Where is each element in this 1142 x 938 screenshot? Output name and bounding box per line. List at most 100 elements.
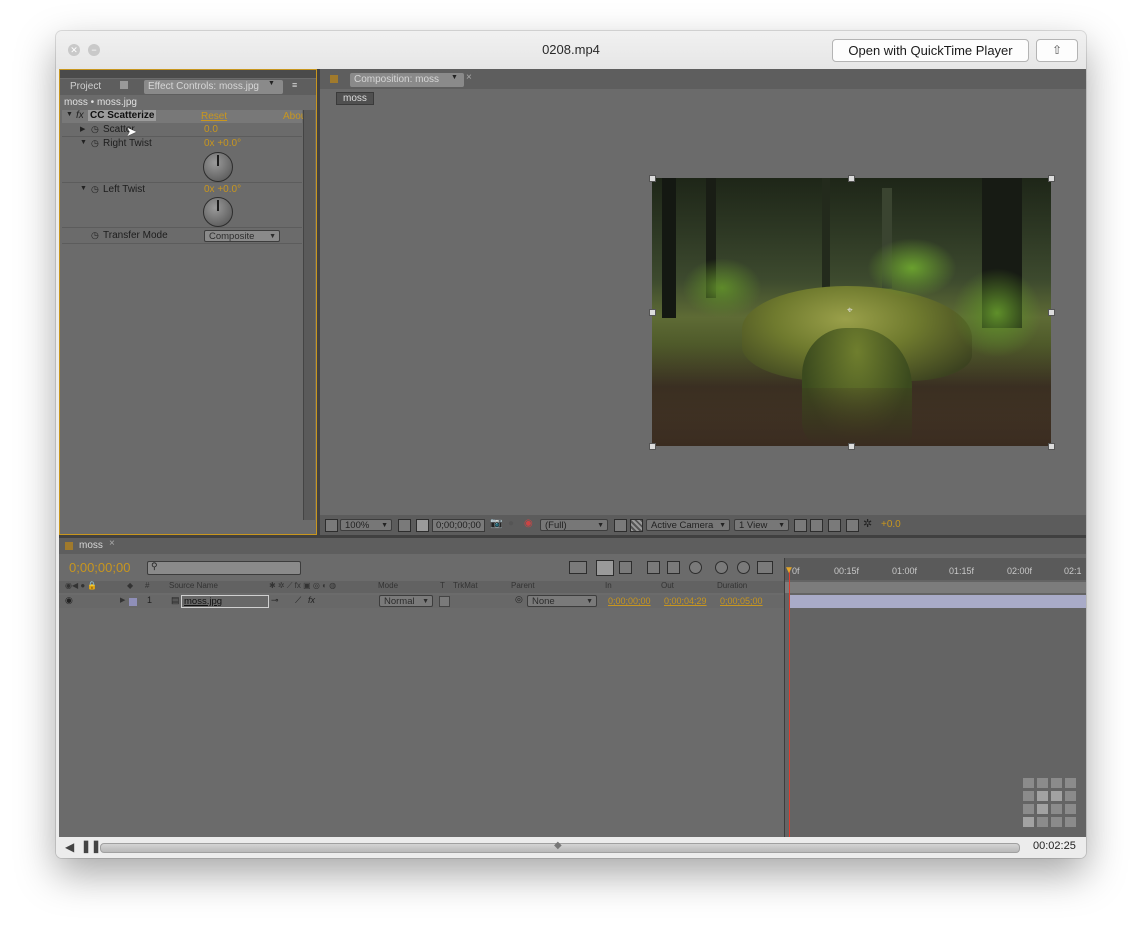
- brainstorm-icon[interactable]: [715, 561, 728, 574]
- current-time-display[interactable]: 0;00;00;00: [432, 519, 485, 532]
- mask-visibility-icon[interactable]: [416, 519, 429, 532]
- region-of-interest-icon[interactable]: [614, 519, 627, 532]
- quality-switch-icon[interactable]: ⟋: [295, 595, 301, 606]
- scatter-value[interactable]: 0.0: [204, 124, 218, 135]
- close-tab-icon[interactable]: ×: [109, 538, 115, 549]
- flowchart-icon[interactable]: [846, 519, 859, 532]
- chevron-down-icon[interactable]: ▼: [451, 74, 458, 81]
- fx-icon[interactable]: fx: [308, 595, 315, 605]
- label-icon: ◆: [127, 581, 134, 590]
- zoom-select[interactable]: 100% ▼: [340, 519, 392, 531]
- channel-icon[interactable]: ◉: [524, 518, 533, 529]
- transform-handle[interactable]: [649, 175, 656, 182]
- camera-select[interactable]: Active Camera ▼: [646, 519, 730, 531]
- tab-project[interactable]: Project: [70, 80, 101, 94]
- fast-previews-icon[interactable]: [810, 519, 823, 532]
- composition-chip[interactable]: moss: [336, 92, 374, 105]
- share-button[interactable]: ⇧: [1036, 39, 1078, 62]
- panel-scrollbar[interactable]: [303, 110, 315, 520]
- playhead-icon[interactable]: ▼: [784, 565, 794, 576]
- transform-handle[interactable]: [1048, 309, 1055, 316]
- always-preview-icon[interactable]: [325, 519, 338, 532]
- stopwatch-icon[interactable]: ◷: [91, 230, 99, 241]
- preserve-transparency-checkbox[interactable]: [439, 596, 450, 607]
- fx-icon[interactable]: fx: [76, 110, 84, 121]
- anchor-point-icon[interactable]: ⌖: [847, 305, 853, 316]
- reset-link[interactable]: Reset: [201, 111, 227, 122]
- layer-duration-bar[interactable]: [790, 595, 1086, 608]
- live-update-icon[interactable]: [596, 560, 614, 576]
- toggle-pixel-aspect-icon[interactable]: [794, 519, 807, 532]
- layer-source-name[interactable]: moss.jpg: [181, 595, 269, 608]
- work-area-bar[interactable]: [785, 582, 1086, 593]
- show-snapshot-icon[interactable]: ●: [508, 518, 514, 529]
- blend-mode-select[interactable]: Normal ▼: [379, 595, 433, 607]
- stopwatch-icon[interactable]: ◷: [91, 124, 99, 135]
- column-parent[interactable]: Parent: [511, 581, 535, 590]
- exposure-value[interactable]: +0.0: [881, 519, 901, 530]
- comp-mini-flowchart-icon[interactable]: [569, 561, 587, 574]
- transform-handle[interactable]: [1048, 443, 1055, 450]
- graph-editor-icon[interactable]: [757, 561, 773, 574]
- chevron-down-icon[interactable]: ▼: [268, 80, 275, 87]
- tab-timeline-moss[interactable]: moss: [79, 539, 103, 553]
- close-tab-icon[interactable]: ×: [466, 72, 472, 83]
- ruler-tick-label: 02:1: [1064, 566, 1082, 576]
- transform-handle[interactable]: [848, 175, 855, 182]
- timeline-search-input[interactable]: ⚲: [147, 561, 301, 575]
- transform-handle[interactable]: [1048, 175, 1055, 182]
- effect-name[interactable]: CC Scatterize: [88, 110, 157, 121]
- transparency-grid-icon[interactable]: [630, 519, 643, 532]
- column-mode[interactable]: Mode: [378, 581, 398, 590]
- pickwhip-icon[interactable]: ◎: [515, 594, 523, 605]
- left-twist-value[interactable]: 0x +0.0°: [204, 184, 241, 195]
- pause-icon[interactable]: ❚❚: [81, 839, 101, 853]
- layer-in-point[interactable]: 0;00;00;00: [608, 596, 651, 606]
- draft-3d-icon[interactable]: [619, 561, 632, 574]
- layer-label-color[interactable]: [129, 598, 137, 606]
- auto-keyframe-icon[interactable]: [737, 561, 750, 574]
- tab-composition[interactable]: Composition: moss: [350, 73, 464, 87]
- collapse-icon[interactable]: ▼: [80, 185, 87, 192]
- expand-effect-icon[interactable]: ▼: [66, 111, 73, 118]
- shy-switch-icon[interactable]: ⊸: [271, 595, 279, 606]
- hide-shy-layers-icon[interactable]: [647, 561, 660, 574]
- stopwatch-icon[interactable]: ◷: [91, 138, 99, 149]
- layer-out-point[interactable]: 0;00;04;29: [664, 596, 707, 606]
- safe-zones-icon[interactable]: [398, 519, 411, 532]
- transform-handle[interactable]: [649, 443, 656, 450]
- column-duration[interactable]: Duration: [717, 581, 747, 590]
- frame-blending-icon[interactable]: [667, 561, 680, 574]
- motion-blur-icon[interactable]: [689, 561, 702, 574]
- parent-select[interactable]: None ▼: [527, 595, 597, 607]
- time-ruler[interactable]: [785, 558, 1086, 580]
- column-source-name[interactable]: Source Name: [169, 581, 218, 590]
- exposure-icon[interactable]: ✲: [863, 517, 872, 530]
- current-time-indicator[interactable]: [789, 568, 790, 837]
- transform-handle[interactable]: [649, 309, 656, 316]
- eye-icon[interactable]: ◉: [65, 595, 73, 606]
- layer-duration[interactable]: 0;00;05;00: [720, 596, 763, 606]
- scrubber-handle[interactable]: ◆: [554, 840, 562, 851]
- expand-icon[interactable]: ▶: [80, 125, 85, 133]
- transform-handle[interactable]: [848, 443, 855, 450]
- timeline-icon[interactable]: [828, 519, 841, 532]
- collapse-icon[interactable]: ▼: [80, 139, 87, 146]
- right-twist-knob[interactable]: [203, 152, 233, 182]
- timeline-timecode[interactable]: 0;00;00;00: [69, 560, 130, 575]
- resolution-select[interactable]: (Full) ▼: [540, 519, 608, 531]
- column-out[interactable]: Out: [661, 581, 674, 590]
- view-layout-select[interactable]: 1 View ▼: [734, 519, 789, 531]
- composition-panel: Composition: moss ▼ × moss ⌖ 100% ▼ 0;00…: [320, 69, 1086, 535]
- right-twist-value[interactable]: 0x +0.0°: [204, 138, 241, 149]
- tab-effect-controls[interactable]: Effect Controls: moss.jpg: [144, 80, 283, 94]
- open-with-quicktime-button[interactable]: Open with QuickTime Player: [832, 39, 1029, 62]
- panel-menu-icon[interactable]: ≡: [292, 80, 297, 90]
- camera-snapshot-icon[interactable]: 📷: [490, 518, 502, 529]
- volume-icon[interactable]: ◀: [65, 840, 74, 854]
- transfer-mode-select[interactable]: Composite ▼: [204, 230, 280, 242]
- stopwatch-icon[interactable]: ◷: [91, 184, 99, 195]
- expand-icon[interactable]: ▶: [120, 596, 125, 604]
- column-in[interactable]: In: [605, 581, 612, 590]
- left-twist-knob[interactable]: [203, 197, 233, 227]
